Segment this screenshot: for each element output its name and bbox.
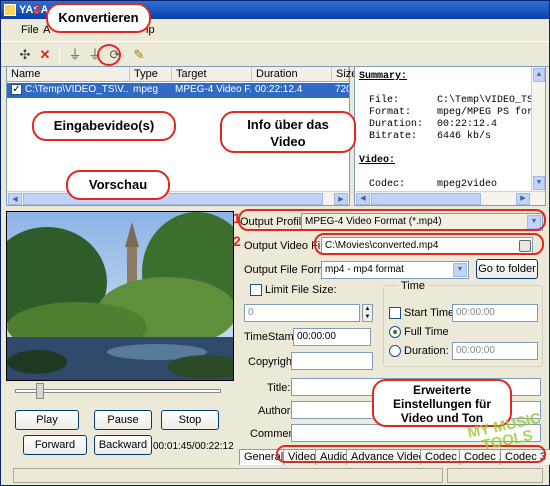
toolbar: ✣ ✕ ⏚ ⏚ ⟳ ✎ [1,41,549,67]
limit-size-checkbox[interactable] [250,284,262,296]
play-button[interactable]: Play [15,410,79,430]
time-group-title: Time [398,280,429,292]
full-time-radio[interactable] [389,326,401,338]
summary-duration-label: Duration: [369,119,424,130]
callout-vorschau: Vorschau [66,170,170,200]
scroll-right-icon[interactable]: ▶ [516,193,530,205]
filter-icon[interactable]: ⏚ [65,46,85,64]
summary-heading: Summary: [359,71,408,82]
convert-highlight-ring [97,44,121,66]
callout-eingabevideo: Eingabevideo(s) [32,111,176,141]
annotation-number-3: 3 [33,1,41,17]
output-profile-highlight [238,209,546,231]
timestamp-field[interactable]: 00:00:00 [293,328,371,346]
video-preview [6,211,234,381]
delete-icon[interactable]: ✕ [35,46,55,64]
status-pane-main [13,468,443,483]
start-time-field[interactable]: 00:00:00 [452,304,538,322]
go-to-folder-button[interactable]: Go to folder [476,259,538,279]
limit-size-label: Limit File Size: [265,284,337,296]
row-size: 720 [335,84,349,95]
duration-value: 00:00:00 [456,345,495,356]
duration-radio[interactable] [389,345,401,357]
summary-hscroll[interactable]: ◀ ▶ [355,191,545,205]
summary-format-value: mpeg/MPEG PS form [437,107,540,118]
file-list-hscroll[interactable]: ◀ ▶ [7,191,349,205]
limit-size-field[interactable]: 0 [244,304,360,322]
row-type: mpeg [133,84,159,95]
app-icon [4,4,16,16]
col-duration[interactable]: Duration [252,67,332,82]
pause-button[interactable]: Pause [94,410,152,430]
wand-icon[interactable]: ✣ [15,46,35,64]
duration-label: Duration: [404,345,449,357]
callout-konvertieren: Konvertieren [46,3,151,33]
callout-info-video: Info über das Video [220,111,356,153]
timestamp-value: 00:00:00 [297,331,336,342]
scroll-left-icon[interactable]: ◀ [356,193,370,205]
summary-file-value: C:\Temp\VIDEO_TS\ [437,95,540,106]
table-row[interactable]: ✓ C:\Temp\VIDEO_TS\V... mpeg MPEG-4 Vide… [7,83,349,98]
video-heading: Video: [359,155,396,166]
output-format-select[interactable]: mp4 - mp4 format ▼ [321,261,469,279]
playback-time: 00:01:45/00:22:12 [153,441,234,452]
start-time-label: Start Time: [404,307,458,319]
scroll-right-icon[interactable]: ▶ [334,193,348,205]
edit-icon[interactable]: ✎ [129,46,149,64]
output-format-value: mp4 - mp4 format [325,264,404,275]
codec-value: mpeg2video [437,179,498,190]
start-time-checkbox[interactable] [389,307,401,319]
menu-file[interactable]: File [21,24,39,36]
duration-field[interactable]: 00:00:00 [452,342,538,360]
col-name[interactable]: Name [7,67,130,82]
seek-slider-handle[interactable] [35,383,44,399]
seek-track[interactable] [15,389,221,393]
col-type[interactable]: Type [130,67,172,82]
summary-bitrate-label: Bitrate: [369,131,418,142]
summary-bitrate-value: 6446 kb/s [437,131,492,142]
stop-button[interactable]: Stop [161,410,219,430]
preview-frame-image [7,212,233,380]
scroll-thumb[interactable] [23,193,323,205]
status-bar [3,465,549,485]
scroll-up-icon[interactable]: ▲ [533,68,545,82]
start-time-value: 00:00:00 [456,307,495,318]
col-size[interactable]: Size [332,67,357,82]
limit-size-value: 0 [248,307,254,318]
annotation-number-2: 2 [233,233,241,249]
summary-format-label: Format: [369,107,412,118]
file-list-header: Name Type Target Duration Size [7,67,357,82]
size-stepper-icon[interactable]: ▲ ▼ [362,304,373,322]
summary-file-label: File: [369,95,400,106]
summary-panel: Summary: File: C:\Temp\VIDEO_TS\ Format:… [354,66,546,206]
row-name: C:\Temp\VIDEO_TS\V... [25,84,129,95]
backward-button[interactable]: Backward [94,435,152,455]
scroll-down-icon[interactable]: ▼ [533,176,545,190]
summary-duration-value: 00:22:12.4 [437,119,498,130]
scroll-left-icon[interactable]: ◀ [8,193,22,205]
row-duration: 00:22:12.4 [255,84,303,95]
row-target: MPEG-4 Video F... [175,84,251,95]
full-time-label: Full Time [404,326,449,338]
title-label: Title: [267,382,291,394]
summary-vscroll[interactable]: ▲ ▼ [531,67,545,191]
scroll-thumb[interactable] [371,193,481,205]
author-label: Author: [258,405,294,417]
row-checkbox[interactable]: ✓ [11,84,22,95]
toolbar-separator [59,47,60,63]
copyright-field[interactable] [291,352,373,370]
col-target[interactable]: Target [172,67,252,82]
output-file-highlight [314,233,544,255]
forward-button[interactable]: Forward [23,435,87,455]
chevron-down-icon[interactable]: ▼ [453,263,467,277]
codec-label: Codec: [369,179,406,190]
